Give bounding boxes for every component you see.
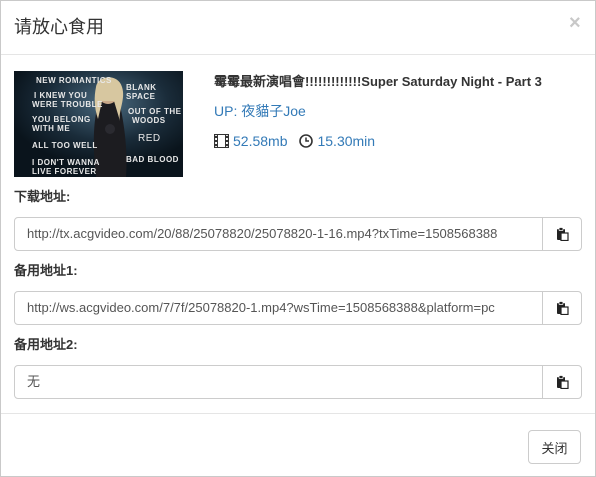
- film-icon: [214, 134, 229, 148]
- copy-backup-url-1-button[interactable]: [542, 291, 582, 325]
- backup-url-1-group: http://ws.acgvideo.com/7/7f/25078820-1.m…: [14, 291, 582, 325]
- clock-icon: [299, 134, 314, 148]
- video-title: 霉霉最新演唱會!!!!!!!!!!!!!Super Saturday Night…: [214, 74, 542, 89]
- thumbnail-caption: ALL TOO WELL: [32, 141, 98, 150]
- thumbnail-caption: WITH ME: [32, 124, 71, 133]
- uploader-prefix: UP:: [214, 103, 238, 119]
- footer-divider: [1, 413, 595, 414]
- thumbnail-caption: OUT OF THE: [128, 107, 182, 116]
- backup-url-1-label: 备用地址1:: [14, 263, 78, 278]
- dialog-header: 请放心食用 ×: [1, 1, 595, 55]
- clipboard-icon: [556, 375, 569, 389]
- video-duration: 15.30min: [317, 133, 376, 149]
- video-meta: 52.58mb 15.30min: [214, 132, 375, 150]
- video-size: 52.58mb: [233, 133, 288, 149]
- backup-url-2-group: 无: [14, 365, 582, 399]
- clipboard-icon: [556, 227, 569, 241]
- thumbnail-caption: BLANK SPACE: [126, 83, 157, 101]
- clipboard-icon: [556, 301, 569, 315]
- thumbnail-caption: I DON'T WANNA: [32, 158, 100, 167]
- thumbnail-caption: BAD BLOOD: [126, 155, 179, 164]
- download-url-label: 下载地址:: [14, 189, 71, 204]
- download-dialog: 请放心食用 × NEW ROMANTICS I KNEW YOU WERE TR…: [0, 0, 596, 477]
- uploader-line: UP: 夜貓子Joe: [214, 102, 306, 120]
- thumbnail-caption: WOODS: [132, 116, 166, 125]
- close-icon[interactable]: ×: [569, 12, 581, 34]
- thumbnail-caption: WERE TROUBLE: [32, 100, 103, 109]
- thumbnail-caption: I KNEW YOU: [34, 91, 88, 100]
- dialog-title: 请放心食用: [14, 17, 104, 37]
- copy-backup-url-2-button[interactable]: [542, 365, 582, 399]
- download-url-group: http://tx.acgvideo.com/20/88/25078820/25…: [14, 217, 582, 251]
- thumbnail-caption: RED: [138, 133, 161, 144]
- thumbnail-caption: YOU BELONG: [32, 115, 91, 124]
- download-url-field[interactable]: http://tx.acgvideo.com/20/88/25078820/25…: [14, 217, 543, 251]
- copy-download-url-button[interactable]: [542, 217, 582, 251]
- close-button[interactable]: 关闭: [528, 430, 581, 464]
- backup-url-1-field[interactable]: http://ws.acgvideo.com/7/7f/25078820-1.m…: [14, 291, 543, 325]
- backup-url-2-field[interactable]: 无: [14, 365, 543, 399]
- uploader-link[interactable]: 夜貓子Joe: [241, 103, 306, 119]
- thumbnail-caption: LIVE FOREVER: [32, 167, 97, 176]
- backup-url-2-label: 备用地址2:: [14, 337, 78, 352]
- thumbnail-caption: NEW ROMANTICS: [36, 76, 112, 85]
- video-thumbnail: NEW ROMANTICS I KNEW YOU WERE TROUBLE YO…: [14, 71, 183, 177]
